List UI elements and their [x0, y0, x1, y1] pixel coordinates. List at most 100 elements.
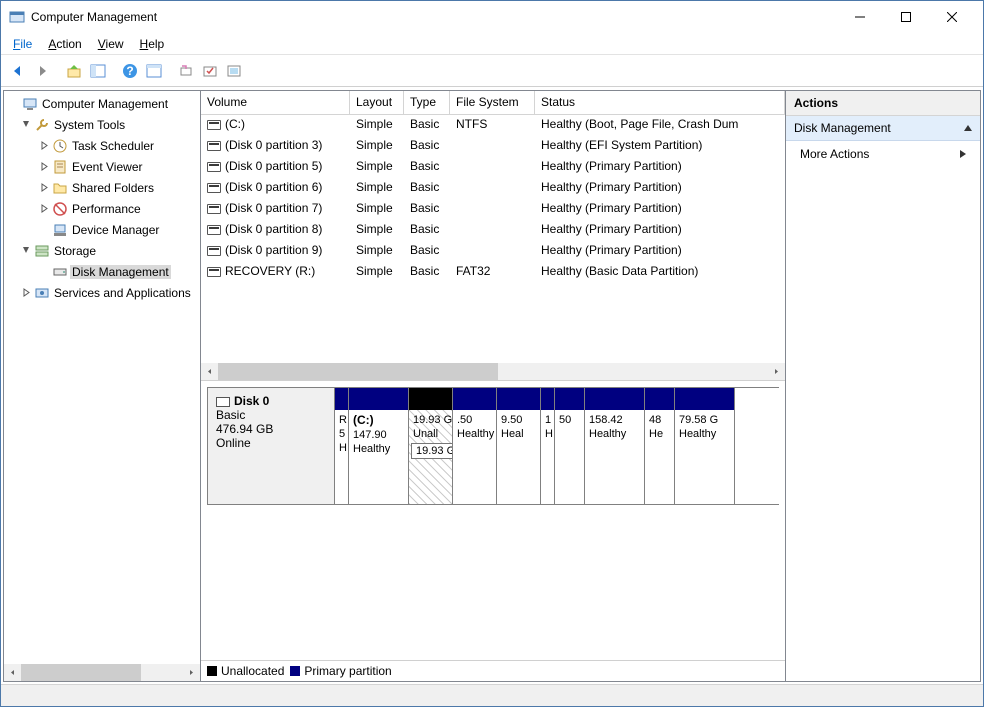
chevron-right-icon [960, 150, 966, 158]
scroll-left-icon[interactable] [201, 363, 218, 380]
back-button[interactable] [7, 60, 29, 82]
show-hide-tree-button[interactable] [87, 60, 109, 82]
navigation-tree[interactable]: Computer Management System Tools Task Sc… [4, 91, 200, 664]
storage-icon [34, 243, 50, 259]
partition-unallocated[interactable]: 19.93 GBUnall19.93 GB [409, 388, 453, 504]
expand-icon[interactable] [38, 141, 50, 150]
partition[interactable]: 9.50Heal [497, 388, 541, 504]
expand-icon[interactable] [38, 183, 50, 192]
volume-row[interactable]: (Disk 0 partition 5)SimpleBasicHealthy (… [201, 157, 785, 178]
volume-list: Volume Layout Type File System Status (C… [201, 91, 785, 381]
services-icon [34, 285, 50, 301]
tree-task-scheduler[interactable]: Task Scheduler [4, 135, 200, 156]
collapse-icon[interactable] [20, 246, 32, 255]
partition[interactable]: 79.58 GHealthy [675, 388, 735, 504]
refresh-button[interactable] [175, 60, 197, 82]
partition[interactable]: R5H [335, 388, 349, 504]
maximize-button[interactable] [883, 2, 929, 32]
tree-device-manager[interactable]: Device Manager [4, 219, 200, 240]
expand-icon[interactable] [38, 162, 50, 171]
col-header-fs[interactable]: File System [450, 91, 535, 114]
volume-row[interactable]: (Disk 0 partition 7)SimpleBasicHealthy (… [201, 199, 785, 220]
forward-button[interactable] [31, 60, 53, 82]
partition[interactable]: 48He [645, 388, 675, 504]
tree-shared-folders[interactable]: Shared Folders [4, 177, 200, 198]
close-button[interactable] [929, 2, 975, 32]
col-header-volume[interactable]: Volume [201, 91, 350, 114]
tree-horizontal-scrollbar[interactable] [4, 664, 200, 681]
volume-rows[interactable]: (C:)SimpleBasicNTFSHealthy (Boot, Page F… [201, 115, 785, 363]
legend: Unallocated Primary partition [201, 660, 785, 681]
tree-system-tools[interactable]: System Tools [4, 114, 200, 135]
scroll-right-icon[interactable] [768, 363, 785, 380]
tree-pane: Computer Management System Tools Task Sc… [3, 90, 200, 682]
partition[interactable]: .50Healthy [453, 388, 497, 504]
legend-swatch-primary [290, 666, 300, 676]
disk-icon [216, 397, 230, 407]
tooltip: 19.93 GB [411, 443, 453, 459]
disk-info[interactable]: Disk 0 Basic 476.94 GB Online [207, 387, 335, 505]
menu-file[interactable]: File [5, 35, 40, 53]
list-button[interactable] [223, 60, 245, 82]
tree-storage[interactable]: Storage [4, 240, 200, 261]
legend-label-primary: Primary partition [304, 664, 391, 678]
menu-help[interactable]: Help [132, 35, 173, 53]
volume-row[interactable]: (Disk 0 partition 9)SimpleBasicHealthy (… [201, 241, 785, 262]
properties-button[interactable] [143, 60, 165, 82]
scroll-right-icon[interactable] [183, 664, 200, 681]
actions-more[interactable]: More Actions [786, 141, 980, 167]
partition[interactable]: 1H [541, 388, 555, 504]
volume-row[interactable]: (Disk 0 partition 3)SimpleBasicHealthy (… [201, 136, 785, 157]
status-bar [1, 684, 983, 706]
minimize-button[interactable] [837, 2, 883, 32]
disk-row[interactable]: Disk 0 Basic 476.94 GB Online R5H(C:)147… [207, 387, 779, 505]
volume-icon [207, 246, 221, 256]
actions-pane: Actions Disk Management More Actions [786, 90, 981, 682]
legend-label-unallocated: Unallocated [221, 664, 284, 678]
tree-root[interactable]: Computer Management [4, 93, 200, 114]
actions-header: Actions [786, 91, 980, 116]
expand-icon[interactable] [38, 204, 50, 213]
disk-icon [52, 264, 68, 280]
collapse-icon[interactable] [20, 120, 32, 129]
svg-text:?: ? [126, 64, 133, 78]
col-header-type[interactable]: Type [404, 91, 450, 114]
menu-bar: File Action View Help [1, 33, 983, 55]
tree-event-viewer[interactable]: Event Viewer [4, 156, 200, 177]
volume-icon [207, 204, 221, 214]
scrollbar-thumb[interactable] [21, 664, 141, 681]
scroll-left-icon[interactable] [4, 664, 21, 681]
device-icon [52, 222, 68, 238]
col-header-status[interactable]: Status [535, 91, 785, 114]
volume-row[interactable]: (C:)SimpleBasicNTFSHealthy (Boot, Page F… [201, 115, 785, 136]
partition[interactable]: 50 [555, 388, 585, 504]
disk-graphic: Disk 0 Basic 476.94 GB Online R5H(C:)147… [201, 381, 785, 681]
partition[interactable]: (C:)147.90Healthy [349, 388, 409, 504]
volume-icon [207, 267, 221, 277]
volume-horizontal-scrollbar[interactable] [201, 363, 785, 380]
settings-button[interactable] [199, 60, 221, 82]
volume-row[interactable]: RECOVERY (R:)SimpleBasicFAT32Healthy (Ba… [201, 262, 785, 283]
menu-action[interactable]: Action [40, 35, 89, 53]
scrollbar-thumb[interactable] [218, 363, 498, 380]
volume-row[interactable]: (Disk 0 partition 8)SimpleBasicHealthy (… [201, 220, 785, 241]
disk-capacity: 476.94 GB [216, 422, 326, 436]
app-icon [9, 9, 25, 25]
actions-section[interactable]: Disk Management [786, 116, 980, 141]
expand-icon[interactable] [20, 288, 32, 297]
up-button[interactable] [63, 60, 85, 82]
help-button[interactable]: ? [119, 60, 141, 82]
legend-swatch-unallocated [207, 666, 217, 676]
folder-icon [52, 180, 68, 196]
performance-icon [52, 201, 68, 217]
tree-services[interactable]: Services and Applications [4, 282, 200, 303]
title-bar: Computer Management [1, 1, 983, 33]
col-header-layout[interactable]: Layout [350, 91, 404, 114]
disk-state: Online [216, 436, 326, 450]
partition[interactable]: 158.42Healthy [585, 388, 645, 504]
tree-disk-management[interactable]: Disk Management [4, 261, 200, 282]
volume-row[interactable]: (Disk 0 partition 6)SimpleBasicHealthy (… [201, 178, 785, 199]
tree-performance[interactable]: Performance [4, 198, 200, 219]
menu-view[interactable]: View [90, 35, 132, 53]
collapse-icon [964, 125, 972, 131]
